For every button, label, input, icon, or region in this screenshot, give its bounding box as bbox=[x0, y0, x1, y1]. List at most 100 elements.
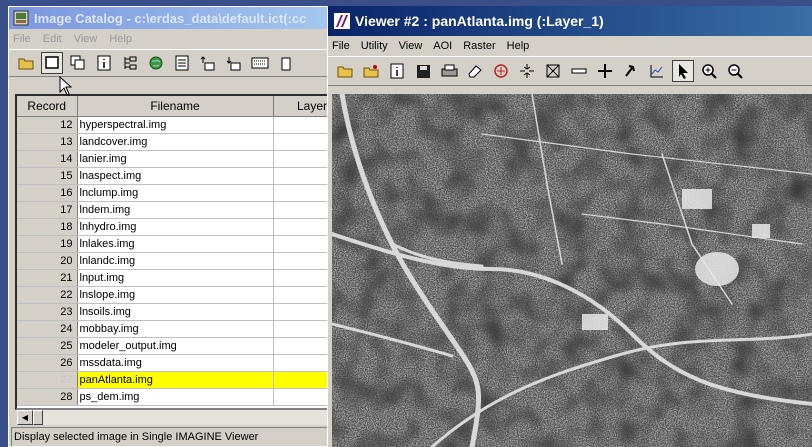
filename-cell[interactable]: lnput.img bbox=[77, 269, 274, 287]
column-header-layers[interactable]: Layers bbox=[273, 96, 333, 117]
filename-cell[interactable]: mobbay.img bbox=[77, 320, 274, 338]
layers-cell[interactable] bbox=[273, 252, 333, 270]
table-row[interactable]: 13 landcover.img bbox=[17, 133, 333, 151]
record-cell[interactable]: 16 bbox=[17, 184, 78, 202]
catalog-menu-edit[interactable]: Edit bbox=[43, 33, 62, 45]
layers-cell[interactable] bbox=[273, 303, 333, 321]
record-cell[interactable]: 22 bbox=[17, 286, 78, 304]
record-cell[interactable]: 26 bbox=[17, 354, 78, 372]
viewer-menu-aoi[interactable]: AOI bbox=[433, 40, 452, 52]
measure-icon[interactable] bbox=[568, 60, 590, 82]
filename-cell[interactable]: lndem.img bbox=[77, 201, 274, 219]
table-row[interactable]: 23 lnsoils.img bbox=[17, 303, 333, 321]
layers-cell[interactable] bbox=[273, 218, 333, 236]
globe-icon[interactable] bbox=[145, 52, 167, 74]
rotate-icon[interactable] bbox=[620, 60, 642, 82]
archive-out-icon[interactable] bbox=[223, 52, 245, 74]
viewer-menu-view[interactable]: View bbox=[399, 40, 423, 52]
save-icon[interactable] bbox=[412, 60, 434, 82]
viewer-title-bar[interactable]: Viewer #2 : panAtlanta.img (:Layer_1) bbox=[328, 6, 812, 36]
scroll-left-icon[interactable]: ◀ bbox=[17, 410, 33, 425]
eraser-icon[interactable] bbox=[464, 60, 486, 82]
info-icon[interactable] bbox=[386, 60, 408, 82]
print-icon[interactable] bbox=[438, 60, 460, 82]
multi-view-icon[interactable] bbox=[67, 52, 89, 74]
open-icon[interactable] bbox=[334, 60, 356, 82]
filename-cell[interactable]: landcover.img bbox=[77, 133, 274, 151]
table-row[interactable]: 16 lnclump.img bbox=[17, 184, 333, 202]
aoi-icon[interactable] bbox=[490, 60, 512, 82]
zoom-in-icon[interactable] bbox=[698, 60, 720, 82]
record-cell[interactable]: 14 bbox=[17, 150, 78, 168]
archive-in-icon[interactable] bbox=[197, 52, 219, 74]
scroll-thumb[interactable] bbox=[33, 410, 43, 425]
layers-cell[interactable] bbox=[273, 286, 333, 304]
record-cell[interactable]: 15 bbox=[17, 167, 78, 185]
record-cell[interactable]: 27 bbox=[17, 371, 78, 389]
layers-cell[interactable] bbox=[273, 354, 333, 372]
layers-cell[interactable]: 5 bbox=[273, 116, 333, 134]
record-cell[interactable]: 20 bbox=[17, 252, 78, 270]
catalog-menu-help[interactable]: Help bbox=[109, 33, 132, 45]
delete-icon[interactable] bbox=[275, 52, 297, 74]
filename-cell[interactable]: lnhydro.img bbox=[77, 218, 274, 236]
table-row[interactable]: 28 ps_dem.img bbox=[17, 388, 333, 406]
record-cell[interactable]: 23 bbox=[17, 303, 78, 321]
view-image-icon[interactable] bbox=[41, 52, 63, 74]
layers-cell[interactable] bbox=[273, 235, 333, 253]
satellite-image-canvas[interactable] bbox=[332, 94, 812, 447]
filename-cell[interactable]: lanier.img bbox=[77, 150, 274, 168]
table-row[interactable]: 15 lnaspect.img bbox=[17, 167, 333, 185]
filename-cell[interactable]: lnlakes.img bbox=[77, 235, 274, 253]
keyboard-icon[interactable] bbox=[249, 52, 271, 74]
table-row[interactable]: 27 panAtlanta.img bbox=[17, 371, 333, 389]
filename-cell[interactable]: lnslope.img bbox=[77, 286, 274, 304]
table-row[interactable]: 25 modeler_output.img bbox=[17, 337, 333, 355]
filename-cell[interactable]: hyperspectral.img bbox=[77, 116, 274, 134]
zoom-extent-icon[interactable] bbox=[542, 60, 564, 82]
filename-cell[interactable]: mssdata.img bbox=[77, 354, 274, 372]
layers-cell[interactable] bbox=[273, 337, 333, 355]
zoom-out-icon[interactable] bbox=[724, 60, 746, 82]
column-header-record[interactable]: Record bbox=[17, 96, 78, 117]
horizontal-scrollbar[interactable]: ◀ bbox=[17, 410, 335, 425]
record-cell[interactable]: 17 bbox=[17, 201, 78, 219]
column-header-filename[interactable]: Filename bbox=[77, 96, 274, 117]
report-icon[interactable] bbox=[171, 52, 193, 74]
layers-cell[interactable] bbox=[273, 133, 333, 151]
layers-cell[interactable] bbox=[273, 371, 333, 389]
table-row[interactable]: 22 lnslope.img bbox=[17, 286, 333, 304]
record-cell[interactable]: 24 bbox=[17, 320, 78, 338]
catalog-title-bar[interactable]: Image Catalog - c:\erdas_data\default.ic… bbox=[9, 7, 347, 29]
layers-cell[interactable] bbox=[273, 388, 333, 406]
record-cell[interactable]: 18 bbox=[17, 218, 78, 236]
record-cell[interactable]: 12 bbox=[17, 116, 78, 134]
table-row[interactable]: 12hyperspectral.img5 bbox=[17, 116, 333, 134]
viewer-menu-raster[interactable]: Raster bbox=[463, 40, 495, 52]
table-row[interactable]: 26 mssdata.img bbox=[17, 354, 333, 372]
record-cell[interactable]: 13 bbox=[17, 133, 78, 151]
filename-cell[interactable]: lnsoils.img bbox=[77, 303, 274, 321]
viewer-menu-help[interactable]: Help bbox=[507, 40, 530, 52]
layers-cell[interactable] bbox=[273, 201, 333, 219]
viewer-menu-file[interactable]: File bbox=[332, 40, 350, 52]
table-row[interactable]: 18 lnhydro.img bbox=[17, 218, 333, 236]
layers-cell[interactable] bbox=[273, 150, 333, 168]
layers-cell[interactable] bbox=[273, 269, 333, 287]
layers-cell[interactable] bbox=[273, 184, 333, 202]
table-row[interactable]: 21 lnput.img bbox=[17, 269, 333, 287]
record-cell[interactable]: 28 bbox=[17, 388, 78, 406]
catalog-menu-file[interactable]: File bbox=[13, 33, 31, 45]
filename-cell[interactable]: lnlandc.img bbox=[77, 252, 274, 270]
layers-cell[interactable] bbox=[273, 167, 333, 185]
catalog-menu-view[interactable]: View bbox=[74, 33, 98, 45]
fit-icon[interactable] bbox=[516, 60, 538, 82]
crosshair-icon[interactable] bbox=[594, 60, 616, 82]
select-arrow-icon[interactable] bbox=[672, 60, 694, 82]
filename-cell[interactable]: modeler_output.img bbox=[77, 337, 274, 355]
record-cell[interactable]: 19 bbox=[17, 235, 78, 253]
filename-cell[interactable]: lnaspect.img bbox=[77, 167, 274, 185]
filename-cell[interactable]: ps_dem.img bbox=[77, 388, 274, 406]
filename-cell[interactable]: panAtlanta.img bbox=[77, 371, 274, 389]
record-cell[interactable]: 25 bbox=[17, 337, 78, 355]
